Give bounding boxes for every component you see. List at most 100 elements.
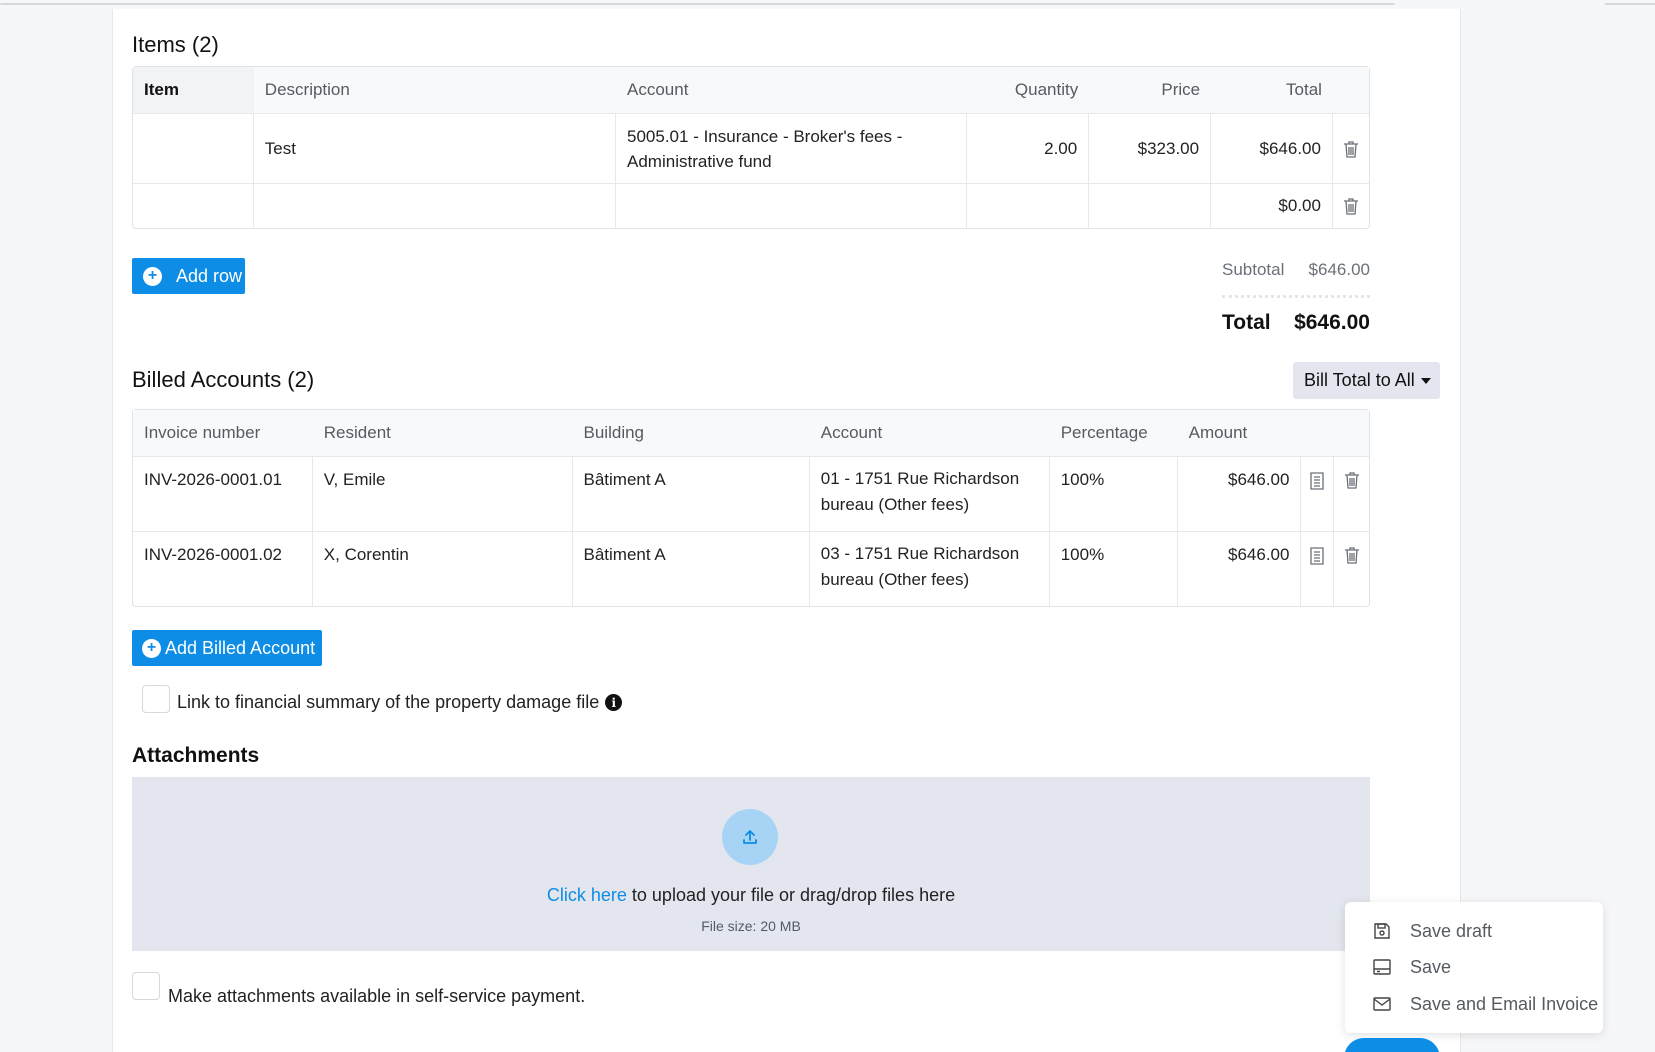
account-cell[interactable]: 01 - 1751 Rue Richardson bureau (Other f… <box>809 457 1050 532</box>
save-main-button[interactable] <box>1344 1038 1440 1052</box>
billed-header-row: Invoice number Resident Building Account… <box>133 410 1369 457</box>
floppy-icon <box>1372 922 1392 940</box>
col-receipt <box>1301 410 1335 457</box>
delete-row-button[interactable] <box>1332 114 1369 184</box>
add-row-button[interactable]: + Add row <box>132 258 245 294</box>
description-cell[interactable] <box>254 184 617 228</box>
caret-down-icon <box>1420 377 1431 384</box>
add-billed-account-button[interactable]: + Add Billed Account <box>132 630 322 666</box>
amount-cell: $646.00 <box>1178 532 1302 606</box>
menu-item-save-draft[interactable]: Save draft <box>1345 913 1603 949</box>
upload-instructions: Click here to upload your file or drag/d… <box>132 885 1370 906</box>
table-row: INV-2026-0001.02 X, Corentin Bâtiment A … <box>133 532 1369 606</box>
account-cell[interactable]: 03 - 1751 Rue Richardson bureau (Other f… <box>810 532 1050 606</box>
col-invoice-number: Invoice number <box>133 410 313 457</box>
menu-item-save[interactable]: Save <box>1345 949 1603 985</box>
receipt-icon <box>1310 546 1325 565</box>
link-financial-summary-row: Link to financial summary of the propert… <box>177 692 623 713</box>
percentage-cell[interactable]: 100% <box>1049 457 1178 532</box>
col-delete <box>1334 410 1369 457</box>
subtotal-divider <box>1222 295 1370 298</box>
items-header-row: Item Description Account Quantity Price … <box>133 67 1369 114</box>
account-cell[interactable]: 5005.01 - Insurance - Broker's fees - Ad… <box>616 114 968 184</box>
link-financial-summary-label: Link to financial summary of the propert… <box>177 692 600 712</box>
account-line-2: bureau (Other fees) <box>820 495 970 514</box>
resident-cell[interactable]: V, Emile <box>312 457 573 532</box>
col-account: Account <box>809 410 1050 457</box>
delete-row-button[interactable] <box>1333 184 1369 228</box>
receipt-button[interactable] <box>1301 532 1335 606</box>
plus-circle-icon: + <box>143 266 162 286</box>
item-cell[interactable] <box>133 114 254 184</box>
col-building: Building <box>572 410 810 457</box>
items-title: Items (2) <box>132 32 219 57</box>
total-cell: $646.00 <box>1211 114 1333 184</box>
save-options-menu: Save draft Save Save and Email Invoice <box>1345 902 1603 1033</box>
col-account: Account <box>616 67 968 114</box>
menu-item-label: Save <box>1410 956 1452 977</box>
upload-text: to upload your file or drag/drop files h… <box>626 885 956 905</box>
building-cell: Bâtiment A <box>573 532 810 606</box>
subtotal-value: $646.00 <box>1308 260 1370 279</box>
trash-icon <box>1343 198 1358 215</box>
file-dropzone[interactable]: Click here to upload your file or drag/d… <box>132 777 1370 951</box>
account-line-1: 5005.01 - Insurance - Broker's fees - <box>627 126 903 146</box>
top-divider-right <box>1605 3 1655 5</box>
browser-top-edge <box>0 0 1655 9</box>
menu-item-label: Save and Email Invoice <box>1410 993 1599 1014</box>
description-cell[interactable]: Test <box>253 114 617 184</box>
billed-accounts-table: Invoice number Resident Building Account… <box>132 409 1370 607</box>
trash-icon <box>1343 140 1358 158</box>
account-line-1: 01 - 1751 Rue Richardson <box>820 469 1020 488</box>
building-cell: Bâtiment A <box>572 457 810 532</box>
percentage-cell[interactable]: 100% <box>1050 532 1178 606</box>
col-description: Description <box>253 67 617 114</box>
file-size-note: File size: 20 MB <box>701 918 801 934</box>
quantity-cell[interactable] <box>967 184 1090 228</box>
upload-button[interactable] <box>722 809 778 865</box>
col-percentage: Percentage <box>1049 410 1178 457</box>
envelope-icon <box>1372 997 1392 1011</box>
account-line-2: bureau (Other fees) <box>820 570 970 589</box>
attachments-title: Attachments <box>132 744 260 767</box>
col-item: Item <box>133 67 254 114</box>
col-resident: Resident <box>312 410 573 457</box>
bill-total-to-all-dropdown[interactable]: Bill Total to All <box>1293 362 1440 399</box>
account-cell[interactable] <box>616 184 968 228</box>
menu-item-save-email[interactable]: Save and Email Invoice <box>1345 986 1603 1022</box>
items-table: Item Description Account Quantity Price … <box>132 66 1370 229</box>
menu-item-label: Save draft <box>1410 920 1493 941</box>
info-icon[interactable]: i <box>605 694 623 711</box>
trash-icon <box>1344 472 1359 489</box>
upload-icon <box>743 830 757 844</box>
resident-cell[interactable]: X, Corentin <box>313 532 573 606</box>
add-billed-account-label: Add Billed Account <box>165 637 316 658</box>
col-price: Price <box>1089 67 1212 114</box>
self-service-checkbox[interactable] <box>132 972 160 1000</box>
amount-cell: $646.00 <box>1177 457 1302 532</box>
billed-accounts-title: Billed Accounts (2) <box>132 367 315 392</box>
invoice-form-panel: Items (2) Item Description Account Quant… <box>112 9 1461 1052</box>
quantity-cell[interactable]: 2.00 <box>967 114 1090 184</box>
delete-billed-button[interactable] <box>1334 532 1369 606</box>
add-row-label: Add row <box>176 265 243 286</box>
total-cell: $0.00 <box>1211 184 1333 228</box>
plus-circle-icon: + <box>142 638 161 658</box>
click-here-link[interactable]: Click here <box>547 885 627 905</box>
account-line-2: Administrative fund <box>627 151 772 171</box>
table-row: $0.00 <box>133 184 1369 228</box>
delete-billed-button[interactable] <box>1334 457 1369 532</box>
col-actions <box>1332 67 1369 114</box>
item-cell[interactable] <box>133 184 254 228</box>
receipt-button[interactable] <box>1301 457 1335 532</box>
table-row: Test 5005.01 - Insurance - Broker's fees… <box>133 114 1369 184</box>
top-divider <box>0 3 1395 5</box>
invoice-number-cell: INV-2026-0001.02 <box>133 532 313 606</box>
col-total: Total <box>1211 67 1333 114</box>
receipt-icon <box>1310 471 1325 490</box>
link-financial-summary-checkbox[interactable] <box>142 685 170 713</box>
price-cell[interactable]: $323.00 <box>1089 114 1212 184</box>
price-cell[interactable] <box>1089 184 1212 228</box>
bill-total-label: Bill Total to All <box>1304 370 1415 390</box>
save-tray-icon <box>1372 959 1392 975</box>
